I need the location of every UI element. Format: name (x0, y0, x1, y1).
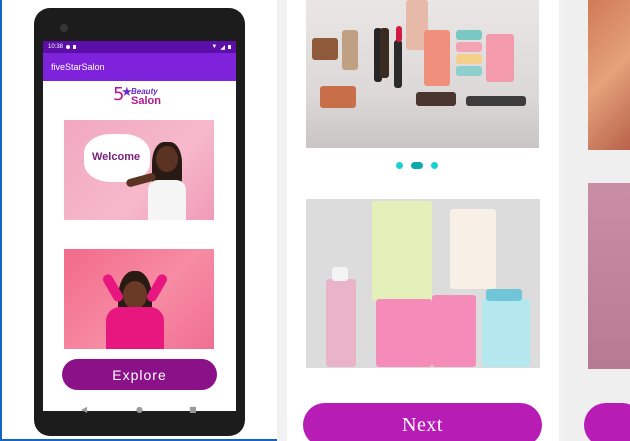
lipstick (380, 28, 389, 78)
app-title: fiveStarSalon (51, 62, 105, 72)
product-bottle (372, 201, 432, 301)
pump-cap (486, 289, 522, 301)
next-button[interactable]: Next (303, 403, 542, 441)
cosmetic-jar (486, 34, 514, 82)
lipstick-tip (396, 26, 402, 42)
preview-button[interactable] (584, 403, 630, 441)
product-bottle (376, 299, 432, 367)
status-time: 10:38 (48, 44, 64, 50)
phone-camera (60, 24, 68, 32)
compact (456, 54, 482, 64)
cosmetic-bottle (342, 30, 358, 70)
product-bottle (326, 279, 356, 367)
app-bar: fiveStarSalon (43, 53, 236, 81)
model-head (123, 281, 147, 309)
hair-products-image (306, 199, 540, 368)
cosmetic-jar (320, 86, 356, 108)
carousel-dot-active[interactable] (411, 162, 423, 169)
welcome-image: Welcome (64, 120, 214, 220)
salon-logo: 5 ★ Beauty Salon (113, 86, 173, 112)
phone-screen: 10:38 ▼ ◢ fiveStarSalon 5 ★ Beauty Salon… (43, 41, 236, 411)
compact (456, 66, 482, 76)
status-bar: 10:38 ▼ ◢ (43, 41, 236, 53)
phone-mockup: 10:38 ▼ ◢ fiveStarSalon 5 ★ Beauty Salon… (34, 8, 245, 436)
model-body (148, 180, 186, 220)
model-image (64, 249, 214, 349)
back-icon[interactable]: ◀ (81, 405, 87, 414)
cosmetics-image (306, 0, 539, 148)
preview-image-top (588, 0, 630, 150)
lipstick (394, 40, 402, 88)
explore-button[interactable]: Explore (62, 359, 217, 390)
lipstick-stack (424, 30, 450, 86)
home-icon[interactable]: ● (136, 405, 143, 414)
frame-left-border (0, 0, 2, 441)
brush (466, 96, 526, 106)
wifi-icon: ▼ (211, 44, 218, 50)
welcome-text: Welcome (92, 151, 141, 163)
product-bottle (450, 209, 496, 289)
cosmetic-jar (312, 38, 338, 60)
carousel-indicator (396, 162, 438, 169)
carousel-dot[interactable] (396, 162, 403, 169)
product-bottle (482, 299, 530, 367)
sim-icon (73, 45, 77, 49)
signal-icon: ◢ (220, 44, 225, 51)
model-body (106, 307, 164, 349)
preview-image-middle (588, 183, 630, 369)
carousel-dot[interactable] (431, 162, 438, 169)
compact (456, 42, 482, 52)
pump-cap (332, 267, 348, 281)
logo-salon-text: Salon (131, 95, 161, 107)
product-bottle (432, 295, 476, 367)
recents-icon[interactable]: ■ (189, 405, 197, 414)
battery-icon (228, 45, 231, 49)
brush (416, 92, 456, 106)
notification-icon (66, 45, 71, 49)
compact (456, 30, 482, 40)
model-head (156, 146, 178, 172)
